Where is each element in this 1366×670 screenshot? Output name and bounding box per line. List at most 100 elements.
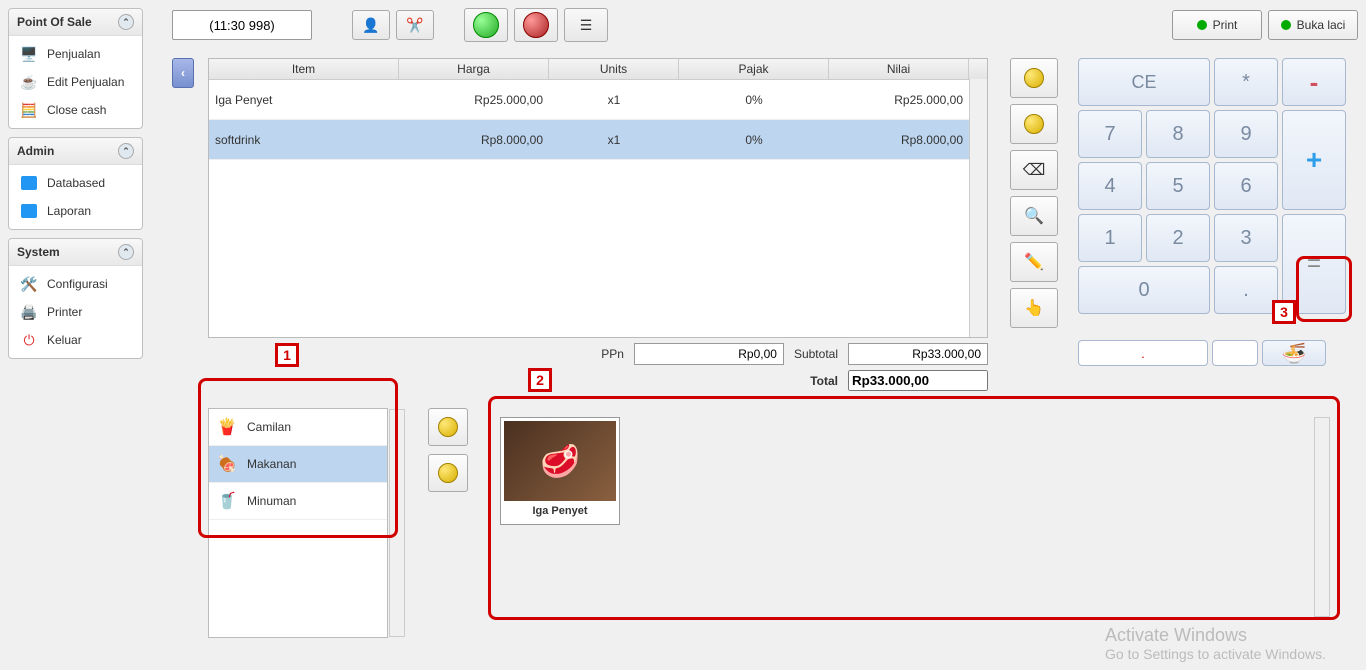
status-dot-icon — [1281, 20, 1291, 30]
menu-label: Configurasi — [47, 277, 108, 291]
report-icon — [17, 202, 41, 220]
category-up-button[interactable] — [428, 408, 468, 446]
collapse-icon[interactable]: ⌃ — [118, 244, 134, 260]
subtotal-label: Subtotal — [794, 347, 838, 361]
chevron-left-icon: ‹ — [181, 66, 185, 80]
menu-penjualan[interactable]: 🖥️ Penjualan — [13, 40, 138, 68]
col-pajak: Pajak — [679, 59, 829, 79]
list-button[interactable]: ☰ — [564, 8, 608, 42]
windows-watermark: Activate Windows Go to Settings to activ… — [1105, 625, 1326, 662]
menu-keluar[interactable]: ⏻ Keluar — [13, 326, 138, 354]
menu-edit-penjualan[interactable]: ☕Edit Penjualan — [13, 68, 138, 96]
menu-label: Laporan — [47, 204, 91, 218]
power-icon: ⏻ — [17, 331, 41, 349]
drawer-label: Buka laci — [1297, 18, 1346, 32]
attributes-button[interactable]: 👆 — [1010, 288, 1058, 328]
up-button[interactable] — [1010, 58, 1058, 98]
menu-laporan[interactable]: Laporan — [13, 197, 138, 225]
menu-configurasi[interactable]: 🛠️Configurasi — [13, 270, 138, 298]
total-label: Total — [810, 374, 838, 388]
add-button[interactable] — [464, 8, 508, 42]
menu-printer[interactable]: 🖨️ Printer — [13, 298, 138, 326]
cell-harga: Rp8.000,00 — [399, 129, 549, 151]
table-header: Item Harga Units Pajak Nilai — [209, 59, 987, 80]
watermark-line1: Activate Windows — [1105, 625, 1326, 646]
panel-pos-header[interactable]: Point Of Sale ⌃ — [9, 9, 142, 36]
yellow-dot-icon — [438, 417, 458, 437]
key-6[interactable]: 6 — [1214, 162, 1278, 210]
ppn-input[interactable] — [634, 343, 784, 365]
menu-close-cash[interactable]: 🧮Close cash — [13, 96, 138, 124]
key-0[interactable]: 0 — [1078, 266, 1210, 314]
cell-units: x1 — [549, 129, 679, 151]
category-nav — [428, 408, 468, 500]
edit-line-button[interactable]: ✏️ — [1010, 242, 1058, 282]
panel-system-title: System — [17, 245, 60, 259]
scissors-icon: ✂️ — [406, 17, 423, 34]
menu-label: Close cash — [47, 103, 106, 117]
table-scrollbar[interactable] — [969, 79, 987, 337]
key-star[interactable]: * — [1214, 58, 1278, 106]
cell-harga: Rp25.000,00 — [399, 89, 549, 111]
watermark-line2: Go to Settings to activate Windows. — [1105, 646, 1326, 662]
category-down-button[interactable] — [428, 454, 468, 492]
key-minus[interactable]: - — [1282, 58, 1346, 106]
transaction-id-input[interactable] — [172, 10, 312, 40]
key-8[interactable]: 8 — [1146, 110, 1210, 158]
customer-button[interactable]: 👤 — [352, 10, 390, 40]
yellow-dot-icon — [1024, 114, 1044, 134]
key-dot[interactable]: . — [1214, 266, 1278, 314]
panel-admin: Admin ⌃ Databased Laporan — [8, 137, 143, 230]
key-2[interactable]: 2 — [1146, 214, 1210, 262]
hand-icon: 👆 — [1024, 298, 1044, 318]
key-1[interactable]: 1 — [1078, 214, 1142, 262]
search-icon: 🔍 — [1024, 206, 1044, 226]
print-button[interactable]: Print — [1172, 10, 1262, 40]
key-5[interactable]: 5 — [1146, 162, 1210, 210]
key-4[interactable]: 4 — [1078, 162, 1142, 210]
printer-icon: 🖨️ — [17, 303, 41, 321]
menu-label: Edit Penjualan — [47, 75, 124, 89]
col-nilai: Nilai — [829, 59, 969, 79]
panel-system-header[interactable]: System ⌃ — [9, 239, 142, 266]
subtotal-input[interactable] — [848, 343, 988, 365]
split-button[interactable]: ✂️ — [396, 10, 434, 40]
panel-admin-header[interactable]: Admin ⌃ — [9, 138, 142, 165]
collapse-icon[interactable]: ⌃ — [118, 143, 134, 159]
barcode-input[interactable] — [1078, 340, 1208, 366]
key-ce[interactable]: CE — [1078, 58, 1210, 106]
down-button[interactable] — [1010, 104, 1058, 144]
qty-input[interactable] — [1212, 340, 1258, 366]
panel-pos: Point Of Sale ⌃ 🖥️ Penjualan ☕Edit Penjua… — [8, 8, 143, 129]
table-row-selected[interactable]: softdrink Rp8.000,00 x1 0% Rp8.000,00 — [209, 120, 987, 160]
table-row[interactable]: Iga Penyet Rp25.000,00 x1 0% Rp25.000,00 — [209, 80, 987, 120]
key-3[interactable]: 3 — [1214, 214, 1278, 262]
cell-item: softdrink — [209, 129, 399, 151]
collapse-icon[interactable]: ⌃ — [118, 14, 134, 30]
collapse-handle[interactable]: ‹ — [172, 58, 194, 88]
annotation-3-box — [1296, 256, 1352, 322]
panel-pos-title: Point Of Sale — [17, 15, 92, 29]
key-7[interactable]: 7 — [1078, 110, 1142, 158]
key-plus[interactable]: + — [1282, 110, 1346, 210]
annotation-2-label: 2 — [528, 368, 552, 392]
cell-item: Iga Penyet — [209, 89, 399, 111]
drawer-button[interactable]: Buka laci — [1268, 10, 1358, 40]
cash-register-icon: 🖥️ — [17, 45, 41, 63]
annotation-3-label: 3 — [1272, 300, 1296, 324]
key-9[interactable]: 9 — [1214, 110, 1278, 158]
menu-label: Penjualan — [47, 47, 100, 61]
backspace-icon: ⌫ — [1023, 160, 1046, 180]
delete-line-button[interactable]: ⌫ — [1010, 150, 1058, 190]
search-button[interactable]: 🔍 — [1010, 196, 1058, 236]
minus-circle-icon — [523, 12, 549, 38]
col-harga: Harga — [399, 59, 549, 79]
remove-button[interactable] — [514, 8, 558, 42]
col-units: Units — [549, 59, 679, 79]
pay-button[interactable]: 🍜 — [1262, 340, 1326, 366]
menu-label: Printer — [47, 305, 82, 319]
menu-label: Keluar — [47, 333, 82, 347]
menu-databased[interactable]: Databased — [13, 169, 138, 197]
total-input[interactable] — [848, 370, 988, 391]
col-item: Item — [209, 59, 399, 79]
